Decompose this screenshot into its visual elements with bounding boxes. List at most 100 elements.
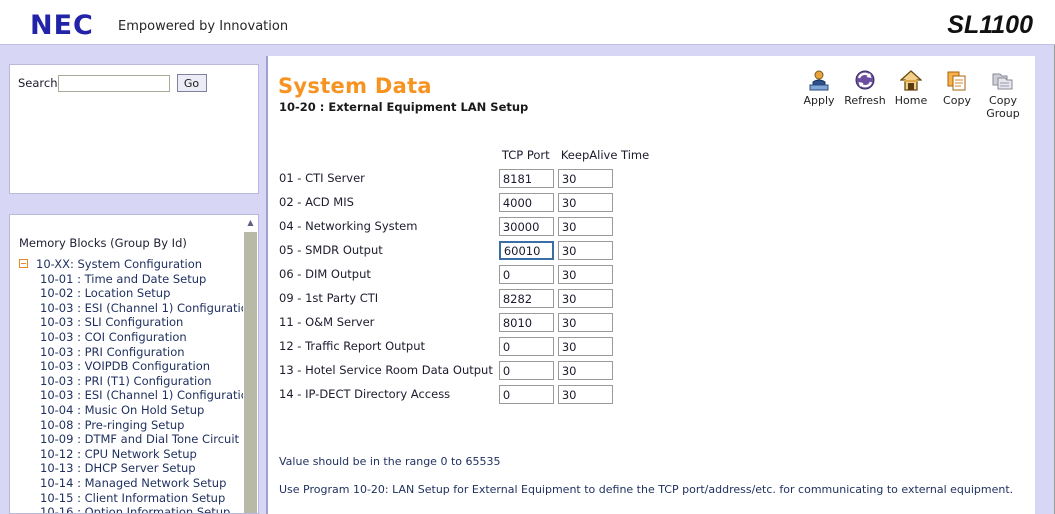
tree-item[interactable]: 10-03 : PRI (T1) Configuration xyxy=(10,374,242,389)
copy-group-button[interactable]: Copy Group xyxy=(980,69,1026,120)
tcp-port-input[interactable] xyxy=(498,313,554,333)
column-header-name xyxy=(279,148,499,166)
keepalive-cell xyxy=(557,166,649,190)
keepalive-cell xyxy=(557,334,649,358)
tcp-port-cell xyxy=(498,286,558,310)
apply-icon xyxy=(796,69,842,93)
scrollbar-thumb[interactable] xyxy=(244,232,257,513)
memory-blocks-tree-panel: Memory Blocks (Group By Id) 10-XX: Syste… xyxy=(9,214,259,514)
copy-icon xyxy=(934,69,980,93)
page-title: System Data xyxy=(278,74,432,98)
copy-group-icon xyxy=(980,69,1026,93)
tcp-port-input[interactable] xyxy=(498,361,554,381)
tree-item[interactable]: 10-13 : DHCP Server Setup xyxy=(10,461,242,476)
tree-root-node[interactable]: 10-XX: System Configuration xyxy=(10,257,242,272)
keepalive-cell xyxy=(557,358,649,382)
external-equipment-lan-table: TCP Port KeepAlive Time 01 - CTI Server 0… xyxy=(279,148,649,406)
table-header: TCP Port KeepAlive Time xyxy=(279,148,649,166)
tcp-port-input[interactable] xyxy=(498,289,554,309)
keepalive-cell xyxy=(557,190,649,214)
tree-item[interactable]: 10-03 : ESI (Channel 1) Configuration xyxy=(10,388,255,403)
tree-item[interactable]: 10-09 : DTMF and Dial Tone Circuit Setup xyxy=(10,432,258,447)
tcp-port-input[interactable] xyxy=(498,169,554,189)
keepalive-time-input[interactable] xyxy=(557,241,613,261)
keepalive-cell xyxy=(557,382,649,406)
tree-item[interactable]: 10-03 : SLI Configuration xyxy=(10,315,242,330)
tree-item[interactable]: 10-01 : Time and Date Setup xyxy=(10,272,242,287)
keepalive-cell xyxy=(557,310,649,334)
copy-group-label-1: Copy xyxy=(989,94,1017,107)
row-label: 05 - SMDR Output xyxy=(279,243,383,257)
tcp-port-cell xyxy=(498,238,558,262)
keepalive-cell xyxy=(557,214,649,238)
tree-scrollbar[interactable]: ▲ xyxy=(243,215,258,513)
copy-button[interactable]: Copy xyxy=(934,69,980,108)
tree-item[interactable]: 10-14 : Managed Network Setup xyxy=(10,476,242,491)
row-label: 12 - Traffic Report Output xyxy=(279,339,426,353)
refresh-label: Refresh xyxy=(844,94,886,107)
tcp-port-cell xyxy=(498,382,558,406)
home-button[interactable]: Home xyxy=(888,69,934,108)
row-label: 02 - ACD MIS xyxy=(279,195,354,209)
tcp-port-cell xyxy=(498,214,558,238)
keepalive-time-input[interactable] xyxy=(557,217,613,237)
tcp-port-input[interactable] xyxy=(498,385,554,405)
keepalive-time-input[interactable] xyxy=(557,361,613,381)
table-row: 02 - ACD MIS xyxy=(279,190,649,214)
scroll-up-arrow-icon[interactable]: ▲ xyxy=(243,215,258,230)
keepalive-cell xyxy=(557,238,649,262)
apply-button[interactable]: Apply xyxy=(796,69,842,108)
page-subtitle: 10-20 : External Equipment LAN Setup xyxy=(279,100,529,114)
tree-item[interactable]: 10-03 : PRI Configuration xyxy=(10,345,242,360)
search-go-button[interactable]: Go xyxy=(176,74,207,92)
keepalive-time-input[interactable] xyxy=(557,169,613,189)
collapse-minus-icon[interactable] xyxy=(19,259,28,268)
tree-root-label: 10-XX: System Configuration xyxy=(36,257,203,271)
tcp-port-cell xyxy=(498,190,558,214)
tcp-port-input[interactable] xyxy=(498,265,554,285)
tree-item[interactable]: 10-03 : COI Configuration xyxy=(10,330,242,345)
keepalive-time-input[interactable] xyxy=(557,265,613,285)
search-label: Search xyxy=(18,76,58,90)
tree-item[interactable]: 10-04 : Music On Hold Setup xyxy=(10,403,242,418)
tcp-port-input[interactable] xyxy=(498,193,554,213)
tree-item[interactable]: 10-08 : Pre-ringing Setup xyxy=(10,418,242,433)
keepalive-time-input[interactable] xyxy=(557,337,613,357)
column-header-keepalive-time: KeepAlive Time xyxy=(560,148,650,162)
keepalive-time-input[interactable] xyxy=(557,385,613,405)
product-model-label: SL1100 xyxy=(947,11,1033,39)
search-input[interactable] xyxy=(57,74,170,92)
tree-item[interactable]: 10-16 : Option Information Setup xyxy=(10,505,242,513)
keepalive-time-input[interactable] xyxy=(557,313,613,333)
tree-item[interactable]: 10-12 : CPU Network Setup xyxy=(10,447,242,462)
tcp-port-input[interactable] xyxy=(498,217,554,237)
row-label: 04 - Networking System xyxy=(279,219,418,233)
table-header-row: TCP Port KeepAlive Time xyxy=(279,148,649,166)
action-toolbar: Apply Refresh Home Copy Copy Group xyxy=(796,69,1026,120)
tree-item[interactable]: 10-02 : Location Setup xyxy=(10,286,242,301)
refresh-button[interactable]: Refresh xyxy=(842,69,888,108)
tree-item[interactable]: 10-03 : VOIPDB Configuration xyxy=(10,359,242,374)
keepalive-time-input[interactable] xyxy=(557,193,613,213)
tree-item[interactable]: 10-15 : Client Information Setup xyxy=(10,491,242,506)
tcp-port-input[interactable] xyxy=(498,337,554,357)
home-icon xyxy=(888,69,934,93)
table-row: 09 - 1st Party CTI xyxy=(279,286,649,310)
table-row: 12 - Traffic Report Output xyxy=(279,334,649,358)
memory-blocks-tree: 10-XX: System Configuration 10-01 : Time… xyxy=(10,257,258,513)
row-label: 13 - Hotel Service Room Data Output xyxy=(279,363,493,377)
application-window: NEC Empowered by Innovation SL1100 Searc… xyxy=(0,0,1055,514)
tree-panel-title: Memory Blocks (Group By Id) xyxy=(19,236,187,250)
keepalive-time-input[interactable] xyxy=(557,289,613,309)
table-row: 01 - CTI Server xyxy=(279,166,649,190)
header-tagline: Empowered by Innovation xyxy=(118,19,289,34)
refresh-icon xyxy=(842,69,888,93)
tcp-port-input[interactable] xyxy=(498,241,554,261)
main-content-panel: System Data 10-20 : External Equipment L… xyxy=(266,56,1035,514)
keepalive-cell xyxy=(557,286,649,310)
copy-label: Copy xyxy=(943,94,971,107)
table-row: 11 - O&M Server xyxy=(279,310,649,334)
tree-item[interactable]: 10-03 : ESI (Channel 1) Configuration xyxy=(10,301,255,316)
row-label: 06 - DIM Output xyxy=(279,267,371,281)
keepalive-cell xyxy=(557,262,649,286)
